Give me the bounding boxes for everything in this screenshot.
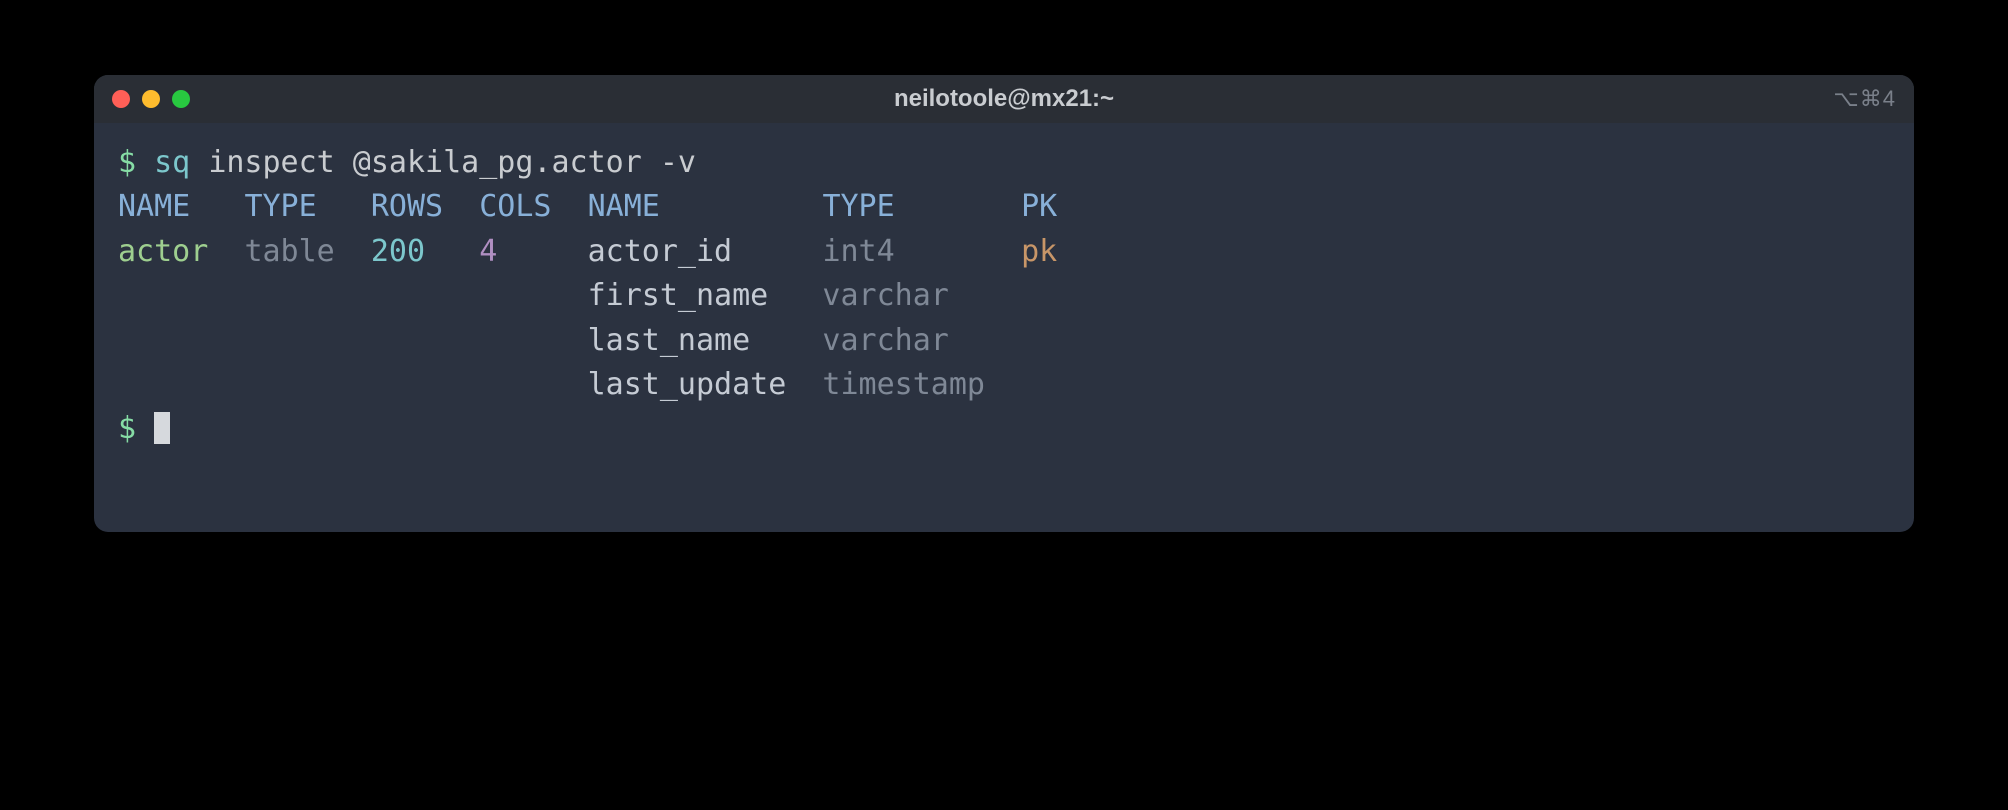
traffic-lights <box>112 90 190 108</box>
prompt-line[interactable]: $ <box>118 407 1890 451</box>
cell-col-name: first_name <box>588 278 769 313</box>
window-title: neilotoole@mx21:~ <box>894 85 1114 113</box>
cell-col-name: last_name <box>588 323 751 358</box>
output-row: first_name varchar <box>118 274 1890 318</box>
header-rows: ROWS <box>371 189 443 224</box>
output-row: last_update timestamp <box>118 363 1890 407</box>
cell-rows: 200 <box>371 234 425 269</box>
minimize-icon[interactable] <box>142 90 160 108</box>
command-args: inspect @sakila_pg.actor -v <box>208 145 696 180</box>
output-row: last_name varchar <box>118 319 1890 363</box>
cell-col-type: varchar <box>822 278 948 313</box>
tab-indicator: ⌥⌘4 <box>1833 86 1896 112</box>
command-line: $ sq inspect @sakila_pg.actor -v <box>118 141 1890 185</box>
titlebar[interactable]: neilotoole@mx21:~ ⌥⌘4 <box>94 75 1914 123</box>
command-bin: sq <box>154 145 190 180</box>
header-name2: NAME <box>588 189 660 224</box>
header-cols: COLS <box>479 189 551 224</box>
cell-table-type: table <box>244 234 334 269</box>
prompt-symbol: $ <box>118 411 136 446</box>
terminal-window: neilotoole@mx21:~ ⌥⌘4 $ sq inspect @saki… <box>94 75 1914 532</box>
header-type2: TYPE <box>822 189 894 224</box>
cell-col-name: last_update <box>588 367 787 402</box>
prompt-symbol: $ <box>118 145 136 180</box>
cell-col-pk: pk <box>1021 234 1057 269</box>
header-name1: NAME <box>118 189 190 224</box>
zoom-icon[interactable] <box>172 90 190 108</box>
cell-cols: 4 <box>479 234 497 269</box>
cell-col-type: timestamp <box>822 367 985 402</box>
cell-col-type: int4 <box>822 234 894 269</box>
terminal-body[interactable]: $ sq inspect @sakila_pg.actor -v NAME TY… <box>94 123 1914 532</box>
cell-table-name: actor <box>118 234 208 269</box>
cell-col-type: varchar <box>822 323 948 358</box>
header-type1: TYPE <box>244 189 316 224</box>
output-header-row: NAME TYPE ROWS COLS NAME TYPE PK <box>118 185 1890 229</box>
close-icon[interactable] <box>112 90 130 108</box>
cursor-icon <box>154 412 170 444</box>
cell-col-name: actor_id <box>588 234 733 269</box>
output-row: actor table 200 4 actor_id int4 pk <box>118 230 1890 274</box>
header-pk: PK <box>1021 189 1057 224</box>
